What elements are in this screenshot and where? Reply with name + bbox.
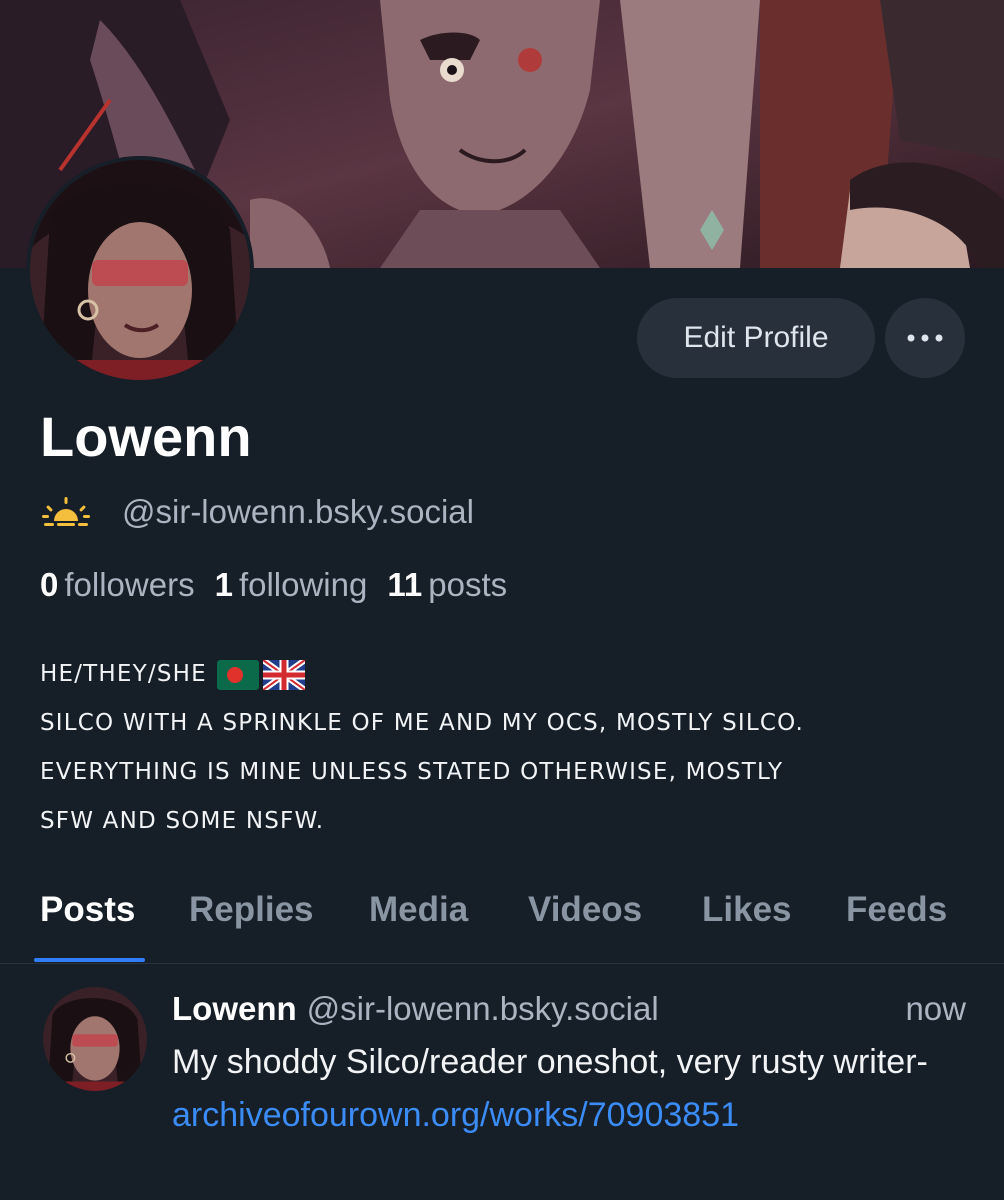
tab-replies[interactable]: Replies bbox=[189, 888, 314, 932]
posts-label: posts bbox=[428, 566, 508, 603]
post-link[interactable]: archiveofourown.org/works/70903851 bbox=[172, 1089, 739, 1142]
profile-bio: HE/THEY/SHE SILCO WITH A SPRINKLE OF ME … bbox=[40, 650, 980, 846]
post-author-handle[interactable]: @sir-lowenn.bsky.social bbox=[307, 990, 659, 1027]
avatar-image bbox=[30, 160, 250, 380]
profile-stats: 0 followers 1 following 11 posts bbox=[40, 566, 507, 604]
following-count: 1 bbox=[214, 566, 233, 603]
following-stat[interactable]: 1 following bbox=[215, 566, 368, 604]
profile-handle[interactable]: @sir-lowenn.bsky.social bbox=[122, 493, 474, 531]
bio-line-1: HE/THEY/SHE bbox=[40, 650, 980, 699]
active-tab-indicator bbox=[34, 958, 145, 962]
ellipsis-icon bbox=[907, 334, 943, 342]
followers-label: followers bbox=[64, 566, 195, 603]
bio-line-2: SILCO WITH A SPRINKLE OF ME AND MY OCS, … bbox=[40, 710, 805, 736]
edit-profile-label: Edit Profile bbox=[683, 321, 829, 354]
sunrise-icon bbox=[42, 497, 90, 526]
profile-avatar[interactable] bbox=[26, 156, 254, 384]
post-timestamp[interactable]: now bbox=[905, 988, 966, 1030]
tab-videos[interactable]: Videos bbox=[528, 888, 642, 932]
profile-tabs: Posts Replies Media Videos Likes Feeds bbox=[0, 880, 1004, 964]
tab-likes[interactable]: Likes bbox=[702, 888, 792, 932]
post-header: Lowenn @sir-lowenn.bsky.social bbox=[172, 988, 972, 1030]
uk-flag-icon bbox=[262, 659, 305, 690]
posts-stat: 11 posts bbox=[387, 566, 507, 604]
post-text: My shoddy Silco/reader oneshot, very rus… bbox=[172, 1043, 928, 1081]
followers-count: 0 bbox=[40, 566, 59, 603]
post-author-name[interactable]: Lowenn bbox=[172, 990, 297, 1027]
profile-display-name: Lowenn bbox=[40, 405, 252, 468]
tab-media[interactable]: Media bbox=[369, 888, 468, 932]
edit-profile-button[interactable]: Edit Profile bbox=[637, 298, 875, 378]
profile-page: Edit Profile Lowenn @sir-lowenn.bsky.soc… bbox=[0, 0, 1004, 1200]
more-options-button[interactable] bbox=[885, 298, 965, 378]
tab-posts[interactable]: Posts bbox=[40, 888, 135, 932]
following-label: following bbox=[238, 566, 368, 603]
bio-pronouns: HE/THEY/SHE bbox=[40, 661, 207, 687]
post-body: My shoddy Silco/reader oneshot, very rus… bbox=[172, 1036, 962, 1142]
bio-line-3: EVERYTHING IS MINE UNLESS STATED OTHERWI… bbox=[40, 759, 784, 785]
followers-stat[interactable]: 0 followers bbox=[40, 566, 195, 604]
bangladesh-flag-icon bbox=[216, 659, 259, 690]
posts-count: 11 bbox=[387, 566, 423, 603]
post-author-avatar[interactable] bbox=[43, 987, 147, 1091]
handle-row: @sir-lowenn.bsky.social bbox=[40, 490, 474, 534]
tab-feeds[interactable]: Feeds bbox=[846, 888, 947, 932]
bio-line-4: SFW AND SOME NSFW. bbox=[40, 808, 325, 834]
tabs-divider bbox=[0, 963, 1004, 964]
